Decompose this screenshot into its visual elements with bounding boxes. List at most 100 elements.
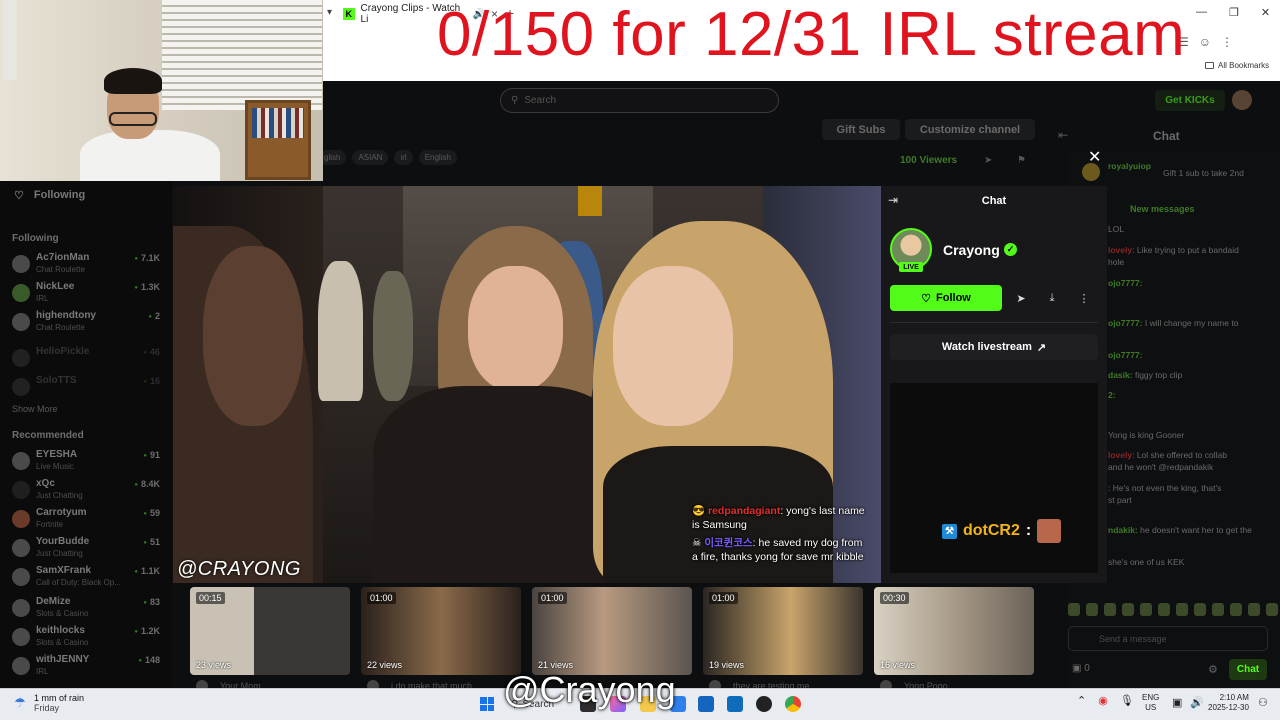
weather-widget[interactable]: ☂ 1 mm of rain Friday	[12, 693, 84, 713]
sidebar-channel[interactable]: Carrotyum Fortnite 59	[12, 507, 162, 533]
language-code: ENG	[1142, 693, 1160, 702]
chrome-icon[interactable]	[785, 696, 801, 712]
sidebar-channel[interactable]: highendtony Chat Roulette 2	[12, 310, 162, 336]
clip-thumbnail[interactable]: 01:00 22 views	[361, 587, 521, 675]
avatar	[12, 313, 30, 331]
viewer-count: 1.3K	[134, 282, 160, 292]
follow-button[interactable]: ♡ Follow	[890, 285, 1002, 311]
user-avatar[interactable]	[1232, 90, 1252, 110]
all-bookmarks[interactable]: All Bookmarks	[1205, 61, 1269, 70]
language-indicator[interactable]: ENG US	[1142, 693, 1159, 713]
watch-livestream-button[interactable]: Watch livestream ↗	[890, 334, 1098, 360]
customize-channel-button[interactable]: Customize channel	[905, 119, 1035, 140]
send-chat-button[interactable]: Chat	[1229, 659, 1267, 680]
clip-thumbnail[interactable]: 00:30 16 views	[874, 587, 1034, 675]
settings-icon[interactable]: ⚙	[1208, 663, 1218, 676]
start-button-icon[interactable]	[480, 697, 494, 711]
viewer-count: 7.1K	[134, 253, 160, 263]
chat-message: ndakik: he doesn't want her to get the	[1108, 525, 1252, 535]
following-section-title: Following	[12, 233, 59, 244]
download-icon[interactable]: ⤓	[1039, 285, 1065, 311]
sidebar-channel[interactable]: HelloPickle 46	[12, 346, 162, 372]
minimize-icon[interactable]: —	[1196, 6, 1207, 19]
notification-bell-icon[interactable]: ⚇	[1258, 696, 1268, 709]
sidebar-channel[interactable]: keithlocks Slots & Casino 1.2K	[12, 625, 162, 651]
clip-duration: 01:00	[709, 592, 738, 604]
show-more-link[interactable]: Show More	[12, 404, 58, 414]
viewer-count: 1.2K	[134, 626, 160, 636]
close-window-icon[interactable]: ✕	[1261, 6, 1270, 19]
outlook-icon[interactable]	[727, 696, 743, 712]
viewer-count: 59	[143, 508, 160, 518]
tag[interactable]: ASIAN	[352, 150, 389, 165]
profile-icon[interactable]: ☺	[1199, 35, 1211, 49]
tag[interactable]: English	[418, 150, 457, 165]
rain-icon: ☂	[14, 695, 26, 710]
sidebar-channel[interactable]: NickLee IRL 1.3K	[12, 281, 162, 307]
system-tray: ⌃ ◉ 🎙	[1077, 694, 1134, 707]
collapse-chat-icon[interactable]: ⇤	[1058, 128, 1068, 142]
new-messages-divider[interactable]: New messages	[1130, 204, 1195, 214]
channel-category: Chat Roulette	[36, 323, 85, 332]
sidebar-channel[interactable]: DeMize Slots & Casino 83	[12, 596, 162, 622]
tag[interactable]: irl	[394, 150, 413, 165]
chat-message: and he won't @redpandakik	[1108, 462, 1214, 472]
sidebar-channel[interactable]: Ac7ionMan Chat Roulette 7.1K	[12, 252, 162, 278]
following-header[interactable]: ♡ Following	[14, 189, 85, 202]
viewer-count: 100 Viewers	[900, 155, 958, 166]
sidebar-channel[interactable]: SoloTTS 16	[12, 375, 162, 401]
chat-message: ojo7777:	[1108, 350, 1143, 360]
clip-thumbnail[interactable]: 01:00 19 views	[703, 587, 863, 675]
clip-thumbnail[interactable]: 00:15 23 views	[190, 587, 350, 675]
taskbar-clock[interactable]: 2:10 AM 2025-12-30	[1208, 693, 1249, 713]
sidebar-channel[interactable]: YourBudde Just Chatting 51	[12, 536, 162, 562]
sidebar-channel[interactable]: SamXFrank Call of Duty: Black Op... 1.1K	[12, 565, 162, 591]
share-icon[interactable]: ➤	[984, 155, 992, 166]
watch-livestream-label: Watch livestream	[941, 341, 1032, 353]
get-kicks-button[interactable]: Get KICKs	[1155, 90, 1225, 111]
gift-subs-button[interactable]: Gift Subs	[822, 119, 900, 140]
avatar	[12, 539, 30, 557]
more-options-icon[interactable]: ⋮	[1071, 285, 1097, 311]
channel-name: keithlocks	[36, 625, 85, 636]
security-icon[interactable]: ◉	[1098, 694, 1108, 707]
viewer-count: 16	[143, 376, 160, 386]
report-icon[interactable]: ⚑	[1017, 155, 1026, 166]
close-modal-icon[interactable]: ✕	[1088, 147, 1101, 167]
maximize-icon[interactable]: ❐	[1229, 6, 1239, 19]
chat-message: LOL	[1108, 224, 1125, 234]
store-icon[interactable]	[698, 696, 714, 712]
send-message-input[interactable]: Send a message	[1068, 626, 1268, 651]
sidebar-channel[interactable]: EYESHA Live Music 91	[12, 449, 162, 475]
viewer-count: 46	[143, 347, 160, 357]
external-link-icon: ↗	[1036, 341, 1047, 354]
obs-icon[interactable]	[756, 696, 772, 712]
skull-icon: ☠	[692, 537, 702, 549]
collapse-icon[interactable]: ⇥	[888, 193, 898, 207]
speaker-icon: 🔊	[1190, 697, 1205, 709]
tab-list-icon[interactable]: ▾	[327, 7, 332, 18]
channel-category: IRL	[36, 294, 49, 303]
search-icon: ⚲	[511, 95, 519, 106]
bookmarks-label: All Bookmarks	[1218, 61, 1270, 70]
chat-separator: :	[1025, 522, 1032, 539]
chevron-up-icon[interactable]: ⌃	[1077, 694, 1086, 707]
chat-message: she's one of us KEK	[1108, 557, 1185, 567]
sidebar-channel[interactable]: xQc Just Chatting 8.4K	[12, 478, 162, 504]
quick-settings[interactable]: ▣ 🔊	[1172, 696, 1204, 709]
video-chat-overlay: 😎 redpandagiant: yong's last name is Sam…	[692, 505, 870, 564]
display-icon: ▣	[1172, 697, 1183, 709]
share-icon[interactable]: ➤	[1008, 285, 1034, 311]
microphone-icon[interactable]: 🎙	[1120, 694, 1134, 707]
channel-name: HelloPickle	[36, 346, 90, 357]
sidebar-channel[interactable]: withJENNY IRL 148	[12, 654, 162, 680]
avatar	[12, 452, 30, 470]
embedded-chat-area	[890, 383, 1098, 573]
clock-date: 2025-12-30	[1208, 703, 1249, 712]
video-chat-message: ☠ 이코퀸코스: he saved my dog from a fire, th…	[692, 537, 864, 563]
emote-bar[interactable]	[1068, 603, 1278, 619]
channel-name[interactable]: Crayong	[943, 242, 1000, 258]
clip-thumbnail[interactable]: 01:00 21 views	[532, 587, 692, 675]
search-input[interactable]: ⚲ Search	[500, 88, 779, 113]
menu-icon[interactable]: ⋮	[1221, 35, 1233, 49]
